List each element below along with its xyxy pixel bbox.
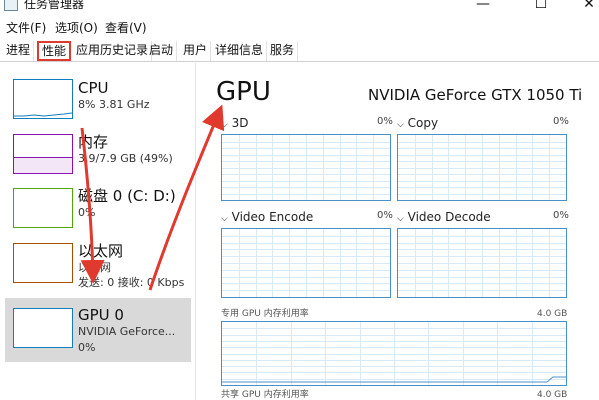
cpu-detail: 8% 3.81 GHz	[78, 98, 150, 111]
resource-item-disk[interactable]: 磁盘 0 (C: D:) 0%	[5, 184, 191, 248]
graph-copy-title: Copy	[407, 116, 439, 130]
gpu-model-short: NVIDIA GeForce...	[78, 325, 176, 338]
graph-3d-grid	[222, 135, 390, 200]
graph-decode-label[interactable]: ⌵ Video Decode	[397, 210, 491, 226]
disk-label: 磁盘 0 (C: D:)	[78, 187, 176, 205]
memory-detail: 3.9/7.9 GB (49%)	[78, 152, 173, 165]
graph-encode-label[interactable]: ⌵ Video Encode	[221, 210, 313, 226]
task-manager-icon	[4, 0, 18, 11]
cpu-label: CPU	[78, 79, 109, 97]
graph-encode	[221, 228, 391, 298]
graph-3d-title: 3D	[231, 116, 249, 130]
shared-memory-label: 共享 GPU 内存利用率	[221, 390, 309, 400]
graph-decode-grid	[398, 229, 566, 297]
gpu-model-name: NVIDIA GeForce GTX 1050 Ti	[368, 86, 583, 104]
menu-file[interactable]: 文件(F)	[6, 20, 46, 36]
graph-3d-percent: 0%	[377, 116, 393, 127]
tab-services[interactable]: 服务	[267, 41, 299, 61]
memory-thumbnail-graph	[13, 134, 73, 174]
graph-decode-percent: 0%	[553, 210, 569, 221]
disk-detail: 0%	[78, 206, 96, 219]
gpu-label: GPU 0	[78, 306, 124, 324]
shared-memory-max: 4.0 GB	[537, 390, 568, 400]
resource-item-cpu[interactable]: CPU 8% 3.81 GHz	[5, 71, 191, 135]
gpu-thumbnail-graph	[13, 308, 73, 348]
chevron-down-icon: ⌵	[397, 214, 404, 224]
gpu-detail-pane: GPU NVIDIA GeForce GTX 1050 Ti ⌵ 3D 0% ⌵…	[197, 63, 599, 400]
menu-view[interactable]: 查看(V)	[105, 20, 147, 36]
graph-encode-percent: 0%	[377, 210, 393, 221]
menu-options[interactable]: 选项(O)	[55, 20, 98, 36]
dedicated-memory-max: 4.0 GB	[537, 309, 568, 319]
tab-users[interactable]: 用户	[180, 41, 212, 61]
ethernet-throughput: 发送: 0 接收: 0 Kbps	[78, 276, 185, 289]
tab-details[interactable]: 详细信息	[212, 41, 268, 61]
ethernet-label: 以太网	[78, 242, 124, 260]
chevron-down-icon: ⌵	[221, 120, 228, 130]
window-title: 任务管理器	[24, 0, 85, 11]
graph-encode-grid	[222, 229, 390, 297]
dedicated-memory-graph	[221, 321, 567, 386]
maximize-button[interactable]: ☐	[518, 0, 564, 14]
resource-item-memory[interactable]: 内存 3.9/7.9 GB (49%)	[5, 128, 191, 192]
chevron-down-icon: ⌵	[221, 214, 228, 224]
graph-3d	[221, 134, 391, 201]
resource-list: CPU 8% 3.81 GHz 内存 3.9/7.9 GB (49%) 磁盘 0…	[0, 63, 196, 400]
dedicated-memory-line	[222, 376, 566, 383]
graph-copy-label[interactable]: ⌵ Copy	[397, 116, 438, 132]
ethernet-adapter: 以太网	[78, 261, 111, 274]
tab-processes[interactable]: 进程	[3, 41, 35, 61]
graph-encode-title: Video Encode	[231, 210, 314, 224]
minimize-button[interactable]: —	[460, 0, 506, 14]
disk-thumbnail-graph	[13, 188, 73, 228]
dedicated-memory-label: 专用 GPU 内存利用率	[221, 309, 309, 319]
tab-performance[interactable]: 性能	[37, 41, 72, 61]
tab-bar: 进程 性能 应用历史记录 启动 用户 详细信息 服务	[0, 40, 599, 62]
graph-copy	[397, 134, 567, 201]
tab-startup[interactable]: 启动	[146, 41, 178, 61]
tab-app-history[interactable]: 应用历史记录	[73, 41, 153, 61]
graph-decode-title: Video Decode	[407, 210, 491, 224]
menu-bar: 文件(F) 选项(O) 查看(V)	[0, 18, 599, 38]
resource-item-gpu[interactable]: GPU 0 NVIDIA GeForce... 0%	[5, 298, 191, 362]
memory-label: 内存	[78, 133, 109, 151]
graph-3d-label[interactable]: ⌵ 3D	[221, 116, 249, 132]
page-title: GPU	[216, 77, 271, 107]
cpu-thumbnail-graph	[13, 79, 73, 119]
graph-copy-grid	[398, 135, 566, 200]
graph-decode	[397, 228, 567, 298]
graph-copy-percent: 0%	[553, 116, 569, 127]
ethernet-thumbnail-graph	[13, 243, 73, 283]
chevron-down-icon: ⌵	[397, 120, 404, 130]
close-button[interactable]: ✕	[566, 0, 599, 14]
gpu-usage: 0%	[78, 341, 96, 354]
resource-item-ethernet[interactable]: 以太网 以太网 发送: 0 接收: 0 Kbps	[5, 241, 191, 305]
title-bar: 任务管理器 — ☐ ✕	[0, 0, 599, 18]
